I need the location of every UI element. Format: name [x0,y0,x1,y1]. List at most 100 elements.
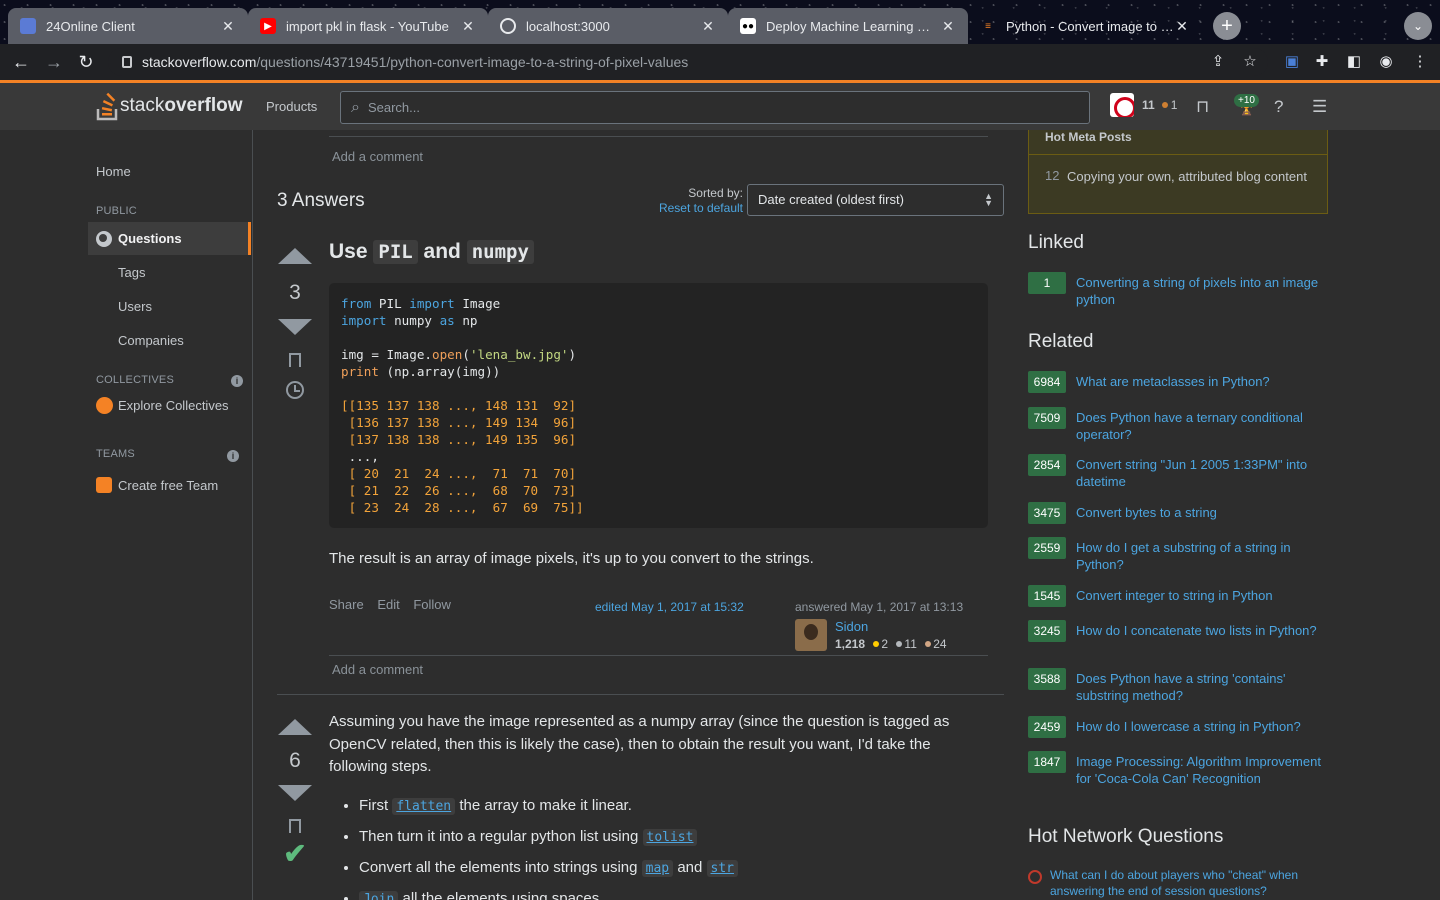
inline-code: numpy [466,240,534,264]
sort-select[interactable]: Date created (oldest first) ▲ ▼ [747,184,1004,216]
code-link[interactable]: tolist [642,829,698,846]
bookmark-icon[interactable] [289,353,301,367]
inbox-icon[interactable]: ⊓ [1196,97,1209,117]
nav-companies[interactable]: Companies [118,333,184,348]
code-token: numpy [386,313,440,328]
puzzle-icon[interactable]: ✚ [1312,52,1332,72]
reset-default-link[interactable]: Reset to default [657,201,743,216]
site-switcher-icon[interactable]: ☰ [1312,97,1327,117]
related-item[interactable]: 7509 Does Python have a ternary conditio… [1028,407,1328,443]
related-item[interactable]: 6984 What are metaclasses in Python? [1028,371,1328,393]
related-item[interactable]: 3588 Does Python have a string 'contains… [1028,668,1328,704]
follow-link[interactable]: Follow [413,597,451,612]
code-link[interactable]: map [641,860,674,877]
kebab-menu-icon[interactable]: ⋮ [1410,52,1430,72]
browser-tab[interactable]: localhost:3000 ✕ [488,8,728,44]
meta-post-link[interactable]: Copying your own, attributed blog conten… [1067,168,1307,185]
avatar[interactable] [795,619,827,651]
browser-tab[interactable]: ●● Deploy Machine Learning Mod ✕ [728,8,968,44]
profile-avatar-icon[interactable]: ◉ [1376,52,1396,72]
info-icon[interactable]: i [227,450,239,462]
close-icon[interactable]: ✕ [460,18,476,35]
search-input[interactable]: ⌕ Search... [340,91,1090,124]
add-comment-link[interactable]: Add a comment [332,662,423,677]
help-icon[interactable]: ? [1274,97,1283,117]
globe-favicon [500,18,516,34]
code-link[interactable]: flatten [392,798,456,815]
related-item[interactable]: 3245 How do I concatenate two lists in P… [1028,620,1328,642]
related-question-link[interactable]: How do I get a substring of a string in … [1076,537,1328,573]
share-link[interactable]: Share [329,597,364,612]
close-icon[interactable]: ✕ [1174,18,1190,35]
related-question-link[interactable]: Does Python have a string 'contains' sub… [1076,668,1328,704]
history-icon[interactable] [286,381,304,399]
downvote-icon[interactable] [278,785,312,801]
nav-create-team[interactable]: Create free Team [96,477,218,493]
edit-link[interactable]: Edit [377,597,399,612]
hot-network-link[interactable]: What can I do about players who "cheat" … [1050,867,1326,899]
linked-item[interactable]: 1 Converting a string of pixels into an … [1028,272,1328,308]
back-arrow-icon[interactable]: ← [9,50,33,74]
edited-link[interactable]: edited May 1, 2017 at 15:32 [595,600,744,614]
share-icon[interactable]: ⇪ [1208,52,1228,72]
downvote-icon[interactable] [278,319,312,335]
upvote-icon[interactable] [278,248,312,264]
code-token: ( [462,347,470,362]
upvote-icon[interactable] [278,719,312,735]
user-profile-link[interactable]: 11 1 [1110,93,1177,117]
close-icon[interactable]: ✕ [220,18,236,35]
nav-section-collectives: COLLECTIVES [96,374,175,386]
bookmark-icon[interactable] [289,819,301,833]
silver-badge-icon [896,641,903,647]
info-icon[interactable]: i [231,375,243,387]
forward-arrow-icon[interactable]: → [42,50,66,74]
hot-network-item[interactable]: What can I do about players who "cheat" … [1028,867,1326,899]
browser-tab[interactable]: 24Online Client ✕ [8,8,248,44]
close-icon[interactable]: ✕ [940,18,956,35]
related-item[interactable]: 3475 Convert bytes to a string [1028,502,1328,524]
related-item[interactable]: 1847 Image Processing: Algorithm Improve… [1028,751,1328,787]
code-output-line: ..., [341,449,379,464]
sort-value: Date created (oldest first) [758,192,904,207]
related-item[interactable]: 2559 How do I get a substring of a strin… [1028,537,1328,573]
reload-icon[interactable]: ↻ [74,50,98,74]
related-question-link[interactable]: Convert integer to string in Python [1076,585,1328,607]
linked-question-link[interactable]: Converting a string of pixels into an im… [1076,272,1328,308]
products-menu[interactable]: Products [266,99,317,114]
tab-search-button[interactable]: ⌄ [1404,12,1432,40]
stackoverflow-logo[interactable]: stack overflow [96,91,242,121]
nav-questions[interactable]: Questions [88,222,251,255]
related-question-link[interactable]: Does Python have a ternary conditional o… [1076,407,1328,443]
browser-tab-active[interactable]: ≡ Python - Convert image to a st ✕ [968,8,1202,44]
extension-icon[interactable]: ▣ [1282,52,1302,72]
related-item[interactable]: 2854 Convert string "Jun 1 2005 1:33PM" … [1028,454,1328,490]
browser-tab[interactable]: ▶ import pkl in flask - YouTube ✕ [248,8,488,44]
nav-users[interactable]: Users [118,299,152,314]
related-question-link[interactable]: Image Processing: Algorithm Improvement … [1076,751,1328,787]
code-token: as [439,313,455,328]
related-question-link[interactable]: What are metaclasses in Python? [1076,371,1328,393]
related-question-link[interactable]: Convert bytes to a string [1076,502,1328,524]
add-comment-link[interactable]: Add a comment [332,149,423,164]
new-tab-button[interactable]: + [1213,12,1241,40]
code-block[interactable]: from PIL import Image import numpy as np… [329,283,988,528]
list-text: Convert all the elements into strings us… [359,859,638,876]
answered-time: answered May 1, 2017 at 13:13 [795,600,964,614]
related-item[interactable]: 1545 Convert integer to string in Python [1028,585,1328,607]
code-link[interactable]: str [706,860,738,877]
address-bar[interactable]: stackoverflow.com/questions/43719451/pyt… [108,48,1268,76]
close-icon[interactable]: ✕ [700,18,716,35]
nav-explore-collectives[interactable]: Explore Collectives [96,397,229,414]
code-link[interactable]: Join [359,891,399,900]
related-question-link[interactable]: Convert string "Jun 1 2005 1:33PM" into … [1076,454,1328,490]
sidepanel-icon[interactable]: ◧ [1344,52,1364,72]
code-token: print [341,364,379,379]
related-item[interactable]: 2459 How do I lowercase a string in Pyth… [1028,716,1328,738]
nav-home[interactable]: Home [96,164,131,179]
related-question-link[interactable]: How do I concatenate two lists in Python… [1076,620,1328,642]
nav-tags[interactable]: Tags [118,265,145,280]
user-name-link[interactable]: Sidon [835,619,947,634]
star-icon[interactable]: ☆ [1240,52,1260,72]
score-badge: 1545 [1028,585,1066,607]
related-question-link[interactable]: How do I lowercase a string in Python? [1076,716,1328,738]
